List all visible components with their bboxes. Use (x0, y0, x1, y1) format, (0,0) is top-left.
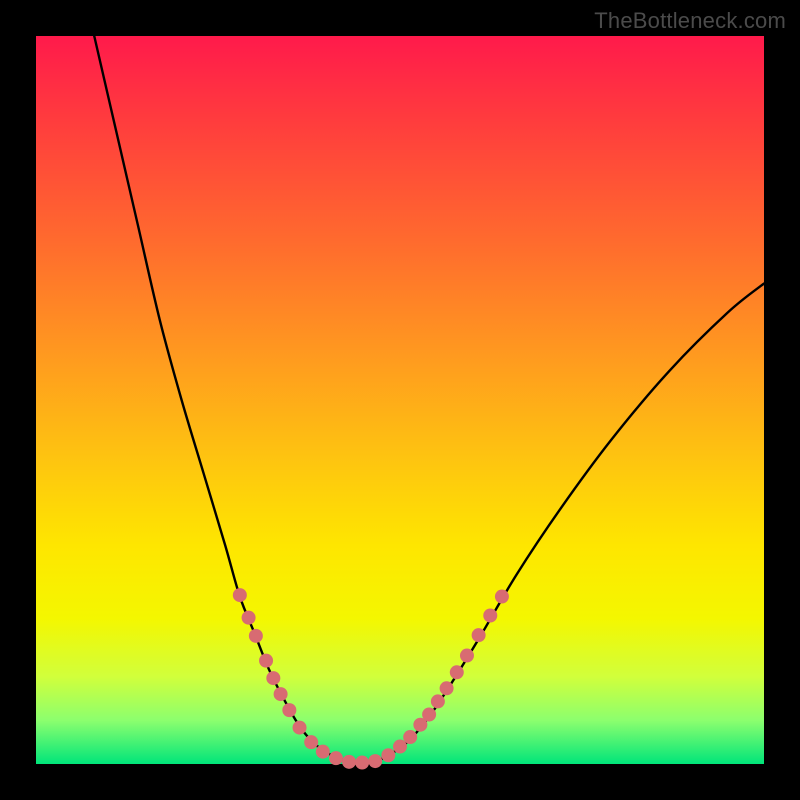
marker-dot (233, 588, 247, 602)
marker-dot (403, 730, 417, 744)
chart-svg (36, 36, 764, 764)
marker-dot (249, 629, 263, 643)
marker-dot (282, 703, 296, 717)
chart-frame: TheBottleneck.com (0, 0, 800, 800)
marker-dot (355, 756, 369, 770)
marker-dot (483, 608, 497, 622)
marker-dot (381, 748, 395, 762)
marker-dot (460, 649, 474, 663)
watermark-text: TheBottleneck.com (594, 8, 786, 34)
bottleneck-curve (94, 36, 764, 763)
marker-dot (472, 628, 486, 642)
marker-dot (431, 694, 445, 708)
marker-dot (242, 611, 256, 625)
marker-dot (450, 665, 464, 679)
marker-dot (316, 745, 330, 759)
marker-dot (274, 687, 288, 701)
marker-layer (233, 588, 509, 769)
curve-path-group (94, 36, 764, 763)
marker-dot (329, 751, 343, 765)
marker-dot (293, 721, 307, 735)
marker-dot (259, 654, 273, 668)
marker-dot (440, 681, 454, 695)
marker-dot (368, 754, 382, 768)
marker-dot (304, 735, 318, 749)
marker-dot (422, 708, 436, 722)
marker-dot (495, 590, 509, 604)
plot-area (36, 36, 764, 764)
marker-dot (342, 755, 356, 769)
marker-dot (266, 671, 280, 685)
